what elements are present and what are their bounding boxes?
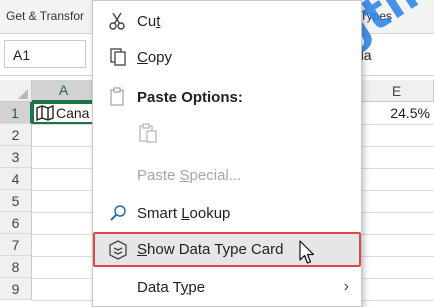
menu-item-paste-special: Paste Special... [93, 159, 361, 191]
row-header-3[interactable]: 3 [0, 146, 32, 168]
menu-item-smart-lookup-label: Smart Lookup [137, 204, 231, 222]
menu-item-paste-special-label: Paste Special... [137, 166, 242, 184]
paste-option-keep-source[interactable] [93, 117, 361, 153]
menu-item-data-type[interactable]: Data Type › [93, 271, 361, 303]
cell-a1[interactable]: Cana [32, 102, 96, 124]
paste-options-heading: Paste Options: [137, 88, 243, 106]
column-header-e[interactable]: E [360, 80, 434, 102]
cell-e1[interactable]: 24.5% [360, 102, 434, 124]
copy-icon [107, 46, 129, 68]
smart-lookup-icon [107, 202, 129, 224]
cell-a1-value: Cana [56, 105, 90, 121]
select-all-corner[interactable] [0, 80, 32, 102]
menu-item-smart-lookup[interactable]: Smart Lookup [93, 197, 361, 229]
clipboard-icon [107, 86, 129, 108]
context-menu: Cut Copy Paste Options: Paste Special...… [92, 0, 362, 307]
menu-item-cut-label: Cut [137, 12, 161, 30]
row-header-6[interactable]: 6 [0, 212, 32, 234]
menu-item-data-type-label: Data Type [137, 278, 206, 296]
menu-item-cut[interactable]: Cut [93, 5, 361, 37]
row-header-4[interactable]: 4 [0, 168, 32, 190]
menu-item-paste-options: Paste Options: [93, 81, 361, 113]
menu-item-copy-label: Copy [137, 48, 173, 66]
name-box-value: A1 [13, 47, 31, 63]
row-header-2[interactable]: 2 [0, 124, 32, 146]
clipboard-disabled-icon [137, 122, 159, 144]
mouse-pointer-icon [299, 240, 315, 264]
scissors-icon [107, 10, 129, 32]
data-type-card-icon [107, 239, 129, 261]
menu-item-copy[interactable]: Copy [93, 41, 361, 73]
name-box[interactable]: A1 [4, 40, 86, 68]
row-header-9[interactable]: 9 [0, 278, 32, 300]
chevron-right-icon: › [343, 278, 349, 295]
row-header-7[interactable]: 7 [0, 234, 32, 256]
map-icon[interactable] [36, 105, 54, 121]
ribbon-group-label-get-transform: Get & Transfor [6, 9, 85, 23]
row-header-1[interactable]: 1 [0, 102, 32, 124]
row-header-8[interactable]: 8 [0, 256, 32, 278]
menu-item-show-data-type-card[interactable]: Show Data Type Card [93, 232, 361, 267]
menu-item-show-data-type-card-label: Show Data Type Card [137, 241, 284, 258]
row-header-5[interactable]: 5 [0, 190, 32, 212]
column-header-a[interactable]: A [32, 80, 96, 102]
